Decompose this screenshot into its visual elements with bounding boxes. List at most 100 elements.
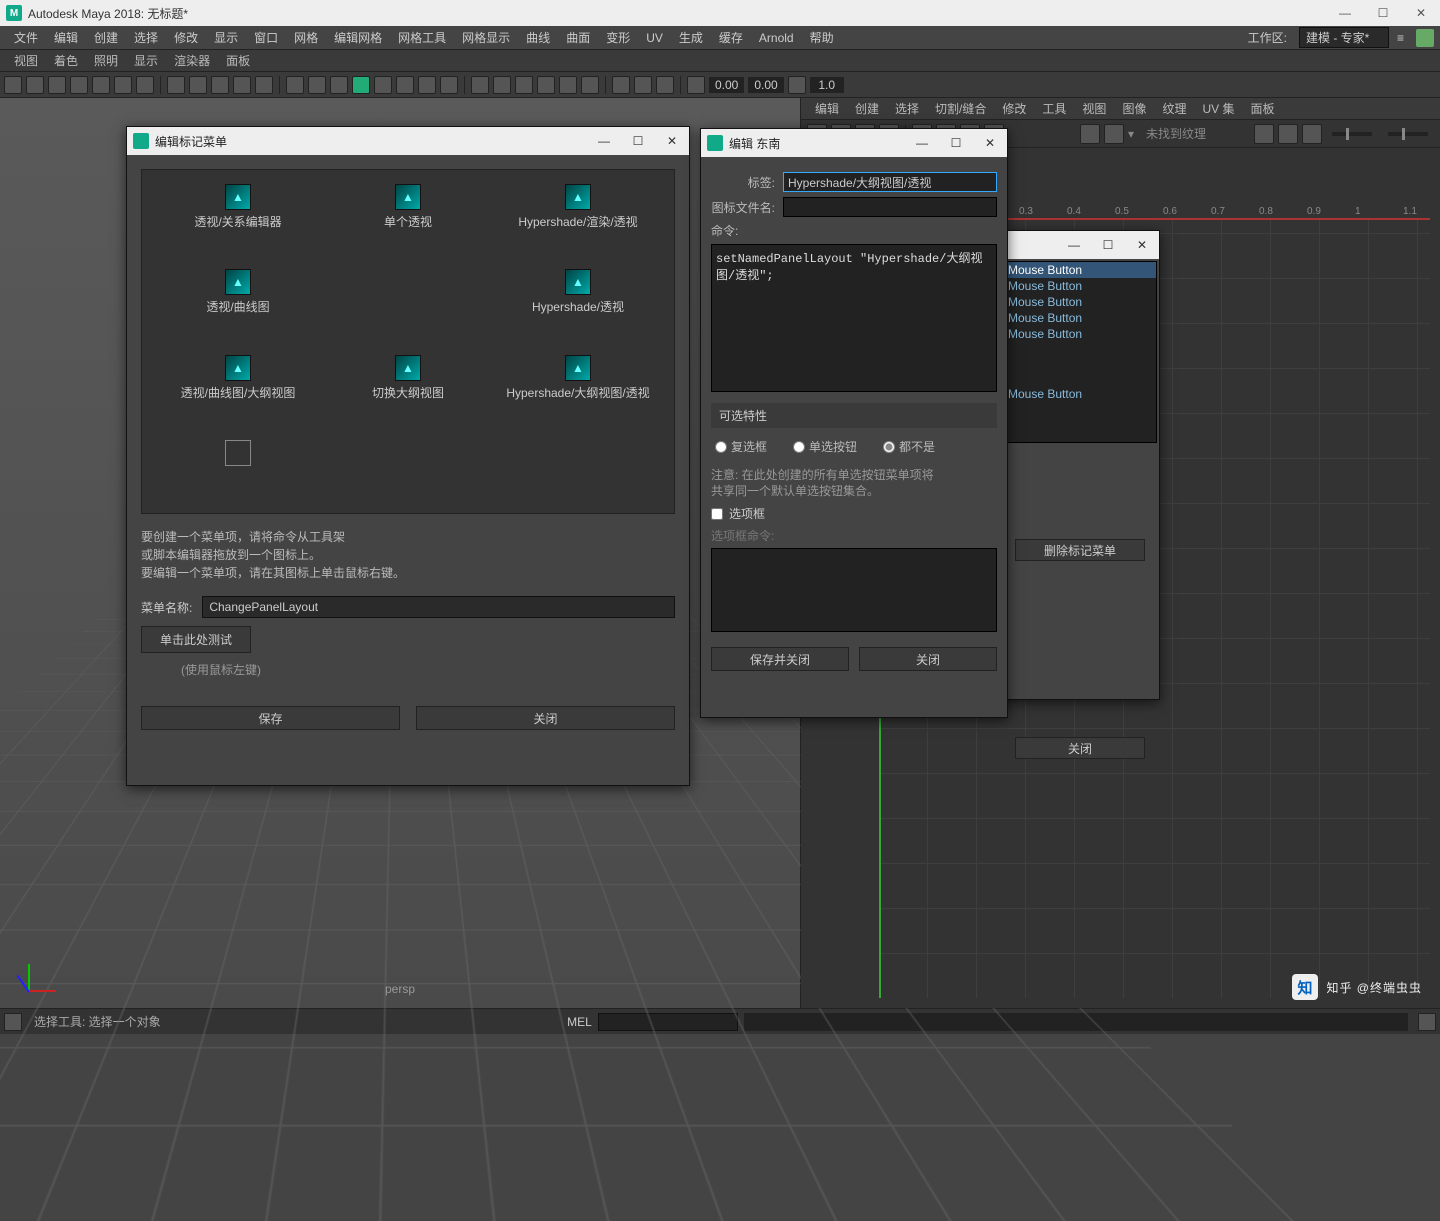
menu-item[interactable]: 网格 <box>286 26 326 50</box>
marking-item-icon[interactable] <box>395 355 421 381</box>
menu-item[interactable]: 变形 <box>598 26 638 50</box>
menu-item[interactable]: 修改 <box>166 26 206 50</box>
tool-icon[interactable] <box>537 76 555 94</box>
close-button[interactable]: ✕ <box>1402 0 1440 26</box>
close-button[interactable]: 关闭 <box>416 706 675 730</box>
scale-icon[interactable] <box>92 76 110 94</box>
menu-item[interactable]: 文件 <box>6 26 46 50</box>
menu-item[interactable]: 缓存 <box>711 26 751 50</box>
script-editor-icon[interactable] <box>1418 1013 1436 1031</box>
isolate-icon[interactable] <box>352 76 370 94</box>
list-item[interactable]: Mouse Button <box>1004 294 1156 310</box>
menu-item[interactable]: 显示 <box>206 26 246 50</box>
tool-icon[interactable] <box>687 76 705 94</box>
close-button[interactable]: ✕ <box>1125 231 1159 259</box>
checker-icon[interactable] <box>1104 124 1124 144</box>
menu-item[interactable]: 帮助 <box>802 26 842 50</box>
close-button[interactable]: 关闭 <box>1015 737 1145 759</box>
panel-menu[interactable]: 照明 <box>86 52 126 69</box>
save-close-button[interactable]: 保存并关闭 <box>711 647 849 671</box>
minimize-button[interactable]: — <box>905 129 939 157</box>
lock-icon[interactable] <box>1416 29 1434 47</box>
uv-menu[interactable]: 修改 <box>994 100 1034 117</box>
menu-item[interactable]: 曲线 <box>518 26 558 50</box>
panel-menu[interactable]: 视图 <box>6 52 46 69</box>
shading-icon[interactable] <box>233 76 251 94</box>
uv-menu[interactable]: 纹理 <box>1154 100 1194 117</box>
shading-icon[interactable] <box>255 76 273 94</box>
coord-x[interactable]: 0.00 <box>709 77 744 93</box>
tool-icon[interactable] <box>114 76 132 94</box>
marking-item-icon[interactable] <box>225 184 251 210</box>
tool-icon[interactable] <box>581 76 599 94</box>
marking-item-icon[interactable] <box>225 355 251 381</box>
list-item[interactable]: Mouse Button <box>1004 326 1156 342</box>
menu-item[interactable]: 网格工具 <box>390 26 454 50</box>
uv-tool-icon[interactable] <box>1278 124 1298 144</box>
marking-item-icon[interactable] <box>225 269 251 295</box>
delete-marking-button[interactable]: 删除标记菜单 <box>1015 539 1145 561</box>
minimize-button[interactable]: — <box>1326 0 1364 26</box>
close-button[interactable]: 关闭 <box>859 647 997 671</box>
lasso-icon[interactable] <box>26 76 44 94</box>
icon-file-input[interactable] <box>783 197 997 217</box>
light-icon[interactable] <box>308 76 326 94</box>
chevron-down-icon[interactable]: ▾ <box>1128 127 1134 141</box>
menu-item[interactable]: 创建 <box>86 26 126 50</box>
maximize-button[interactable]: ☐ <box>939 129 973 157</box>
list-item[interactable]: Mouse Button <box>1004 278 1156 294</box>
tool-icon[interactable] <box>515 76 533 94</box>
menu-item[interactable]: 生成 <box>671 26 711 50</box>
panel-menu[interactable]: 面板 <box>218 52 258 69</box>
tool-icon[interactable] <box>559 76 577 94</box>
panel-menu[interactable]: 渲染器 <box>166 52 218 69</box>
workspace-menu-icon[interactable]: ≡ <box>1393 26 1408 50</box>
menu-item[interactable]: UV <box>638 26 671 50</box>
optionbox-checkbox[interactable]: 选项框 <box>711 505 765 522</box>
uv-menu[interactable]: 视图 <box>1074 100 1114 117</box>
tool-icon[interactable] <box>656 76 674 94</box>
uv-menu[interactable]: 切割/缝合 <box>927 100 994 117</box>
tool-icon[interactable] <box>634 76 652 94</box>
marking-item-icon[interactable] <box>565 355 591 381</box>
select-tool-icon[interactable] <box>4 76 22 94</box>
marking-item-icon[interactable] <box>565 184 591 210</box>
uv-tool-icon[interactable] <box>1302 124 1322 144</box>
xray-icon[interactable] <box>374 76 392 94</box>
panel-menu[interactable]: 着色 <box>46 52 86 69</box>
uv-menu[interactable]: 面板 <box>1242 100 1282 117</box>
maximize-button[interactable]: ☐ <box>621 127 655 155</box>
menu-item[interactable]: 网格显示 <box>454 26 518 50</box>
uv-menu[interactable]: 选择 <box>887 100 927 117</box>
menu-item[interactable]: 编辑 <box>46 26 86 50</box>
test-here-button[interactable]: 单击此处测试 <box>141 626 251 653</box>
tool-icon[interactable] <box>493 76 511 94</box>
save-button[interactable]: 保存 <box>141 706 400 730</box>
panel-menu[interactable]: 显示 <box>126 52 166 69</box>
close-button[interactable]: ✕ <box>973 129 1007 157</box>
radio-checkbox[interactable]: 复选框 <box>715 438 767 455</box>
shading-icon[interactable] <box>189 76 207 94</box>
tool-icon[interactable] <box>396 76 414 94</box>
tool-icon[interactable] <box>418 76 436 94</box>
menu-name-input[interactable] <box>202 596 675 618</box>
shading-icon[interactable] <box>211 76 229 94</box>
hotkey-list[interactable]: Mouse Button Mouse Button Mouse Button M… <box>1003 261 1157 443</box>
shading-icon[interactable] <box>167 76 185 94</box>
empty-slot-icon[interactable] <box>225 440 251 466</box>
dim-slider[interactable] <box>1388 132 1428 136</box>
tool-icon[interactable] <box>136 76 154 94</box>
menu-item[interactable]: 编辑网格 <box>326 26 390 50</box>
maximize-button[interactable]: ☐ <box>1364 0 1402 26</box>
minimize-button[interactable]: — <box>587 127 621 155</box>
tool-icon[interactable] <box>788 76 806 94</box>
radio-none[interactable]: 都不是 <box>883 438 935 455</box>
uv-menu[interactable]: UV 集 <box>1194 100 1242 117</box>
uv-menu[interactable]: 编辑 <box>807 100 847 117</box>
command-textarea[interactable]: setNamedPanelLayout "Hypershade/大纲视图/透视"… <box>711 244 997 392</box>
label-input[interactable] <box>783 172 997 192</box>
uv-menu[interactable]: 工具 <box>1034 100 1074 117</box>
uv-tool-icon[interactable] <box>1254 124 1274 144</box>
close-button[interactable]: ✕ <box>655 127 689 155</box>
list-item[interactable]: Mouse Button <box>1004 386 1156 402</box>
